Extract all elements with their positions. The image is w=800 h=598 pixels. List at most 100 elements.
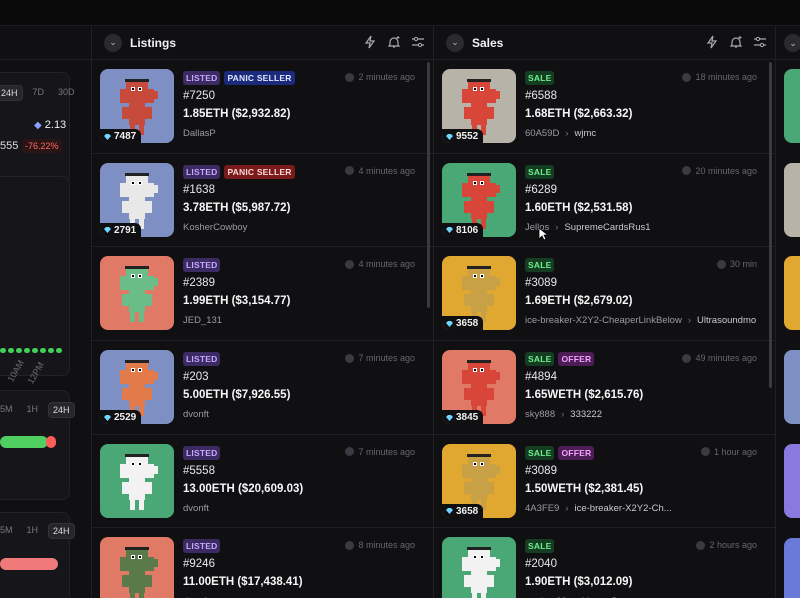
listed-badge: LISTED <box>183 539 221 554</box>
token-id[interactable]: #3089 <box>525 277 557 289</box>
sales-row[interactable]: 3658 SALE 30 min #3089 1.69ETH ($2,679.02) ic… <box>434 247 775 342</box>
timeframe-5m[interactable]: 5M <box>0 402 17 418</box>
listings-column: ⌄ Listings 7487 LISTED PANIC SELLER 2 minut… <box>92 26 434 598</box>
token-id[interactable]: #4894 <box>525 371 557 383</box>
price: 11.00ETH ($17,438.41) <box>183 576 303 589</box>
diamond-icon <box>446 227 453 234</box>
timeframe-1h[interactable]: 1H <box>23 402 43 418</box>
listings-row[interactable]: LISTED 7 minutes ago #5558 13.00ETH ($20,60… <box>92 435 433 529</box>
timeframe-24h[interactable]: 24H <box>48 402 75 418</box>
listings-row[interactable]: 7487 LISTED PANIC SELLER 2 minutes ago #7250… <box>92 60 433 154</box>
next-column-thumbnail[interactable] <box>784 537 800 598</box>
bell-plus-icon[interactable] <box>729 35 743 49</box>
seller[interactable]: DallasP <box>183 128 216 139</box>
lightning-icon[interactable] <box>363 35 377 49</box>
to-address[interactable]: wjmc <box>575 128 597 139</box>
clock-icon <box>696 540 706 550</box>
listings-title: Listings <box>130 35 177 50</box>
sales-scrollbar[interactable] <box>769 62 772 388</box>
rarity-rank: 3658 <box>442 316 484 331</box>
token-id[interactable]: #9246 <box>183 558 215 570</box>
listings-row[interactable]: 2529 LISTED 7 minutes ago #203 5.00ETH ($7,9… <box>92 341 433 435</box>
listed-badge: LISTED <box>183 164 221 179</box>
next-column-thumbnail[interactable] <box>784 69 800 143</box>
rank-value: 3845 <box>456 412 479 424</box>
to-address[interactable]: 333222 <box>570 409 602 420</box>
token-id[interactable]: #1638 <box>183 184 215 196</box>
token-id[interactable]: #7250 <box>183 90 215 102</box>
sales-row[interactable]: 3845 SALE OFFER 49 minutes ago #4894 1.65WETH… <box>434 341 775 435</box>
next-column-thumbnail[interactable] <box>784 256 800 331</box>
listings-row[interactable]: LISTED 4 minutes ago #2389 1.99ETH ($3,154.… <box>92 247 433 342</box>
timeframe-30d[interactable]: 30D <box>54 85 79 101</box>
nft-thumbnail[interactable]: 2791 <box>100 162 174 237</box>
sales-header-icons <box>705 35 767 49</box>
listings-header: ⌄ Listings <box>92 26 433 60</box>
next-column-thumbnail[interactable] <box>784 443 800 518</box>
seller[interactable]: KosherCowboy <box>183 222 247 233</box>
nft-thumbnail[interactable] <box>442 537 516 598</box>
sales-row[interactable]: 3658 SALE OFFER 1 hour ago #3089 1.50WETH ($2… <box>434 435 775 529</box>
nft-thumbnail[interactable]: 3658 <box>442 443 516 518</box>
timestamp: 8 minutes ago <box>345 540 415 550</box>
from-address[interactable]: ice-breaker-X2Y2-CheaperLinkBelow <box>525 315 682 326</box>
nft-thumbnail[interactable]: 2529 <box>100 350 174 425</box>
sales-row[interactable]: 9552 SALE 18 minutes ago #6588 1.68ETH ($2,6… <box>434 60 775 154</box>
tag-group: SALE <box>525 71 555 85</box>
filter-sliders-icon[interactable] <box>411 35 425 49</box>
token-id[interactable]: #203 <box>183 371 209 383</box>
seller[interactable]: dvonft <box>183 503 209 514</box>
token-id[interactable]: #5558 <box>183 465 215 477</box>
nft-thumbnail[interactable] <box>100 537 174 598</box>
seller[interactable]: dvonft <box>183 409 209 420</box>
rarity-rank: 2791 <box>100 222 142 237</box>
clock-icon <box>345 166 355 176</box>
clock-icon <box>682 353 692 363</box>
ape-avatar-icon <box>442 537 516 598</box>
to-address[interactable]: Ultrasoundmo <box>697 315 756 326</box>
to-address[interactable]: SupremeCardsRus1 <box>564 222 650 233</box>
nft-thumbnail[interactable]: 9552 <box>442 69 516 143</box>
nft-thumbnail[interactable]: 7487 <box>100 69 174 143</box>
price: 1.68ETH ($2,663.32) <box>525 108 633 120</box>
filter-sliders-icon[interactable] <box>753 35 767 49</box>
lightning-icon[interactable] <box>705 35 719 49</box>
timeframe-5m[interactable]: 5M <box>0 523 17 539</box>
next-column-thumbnail[interactable] <box>784 162 800 237</box>
chevron-down-icon[interactable]: ⌄ <box>784 34 800 52</box>
token-id[interactable]: #6588 <box>525 90 557 102</box>
chevron-down-icon[interactable]: ⌄ <box>0 36 6 50</box>
tag-group: SALE OFFER <box>525 352 595 367</box>
seller[interactable]: JED_131 <box>183 315 222 326</box>
next-column-thumbnail[interactable] <box>784 350 800 425</box>
nft-thumbnail[interactable] <box>100 256 174 331</box>
nft-thumbnail[interactable] <box>100 443 174 518</box>
token-id[interactable]: #2040 <box>525 558 557 570</box>
chevron-down-icon[interactable]: ⌄ <box>104 33 122 52</box>
token-id[interactable]: #3089 <box>525 465 557 477</box>
listings-row[interactable]: LISTED 8 minutes ago #9246 11.00ETH ($17,43… <box>92 528 433 598</box>
listings-row[interactable]: 2791 LISTED PANIC SELLER 4 minutes ago #1638… <box>92 154 433 248</box>
from-address[interactable]: 4A3FE9 <box>525 503 559 514</box>
nft-thumbnail[interactable]: 3658 <box>442 256 516 331</box>
token-id[interactable]: #2389 <box>183 277 215 289</box>
sales-row[interactable]: 8106 SALE 20 minutes ago #6289 1.60ETH ($2,5… <box>434 154 775 248</box>
timeframe-24h[interactable]: 24H <box>48 523 75 539</box>
listings-scrollbar[interactable] <box>427 62 430 308</box>
timeframe-24h[interactable]: 24H <box>0 85 23 101</box>
sales-row[interactable]: SALE2 hours ago#20401.90ETH ($3,012.09)p… <box>434 528 775 598</box>
from-address[interactable]: sky888 <box>525 409 555 420</box>
bell-plus-icon[interactable] <box>387 35 401 49</box>
timeframe-1h[interactable]: 1H <box>23 523 43 539</box>
nft-thumbnail[interactable]: 3845 <box>442 350 516 425</box>
listed-badge: LISTED <box>183 352 221 367</box>
chevron-down-icon[interactable]: ⌄ <box>446 33 464 52</box>
nft-thumbnail[interactable]: 8106 <box>442 162 516 237</box>
token-id[interactable]: #6289 <box>525 184 557 196</box>
from-address[interactable]: 60A59D <box>525 128 559 139</box>
rank-value: 2529 <box>114 412 137 424</box>
app-root: ⌄ 24H 7D 30D ◆ 2.13 555 -76.22% 10AM 12P… <box>0 0 800 598</box>
to-address[interactable]: ice-breaker-X2Y2-Ch... <box>575 503 672 514</box>
timeframe-7d[interactable]: 7D <box>29 85 49 101</box>
clock-icon <box>345 447 355 457</box>
